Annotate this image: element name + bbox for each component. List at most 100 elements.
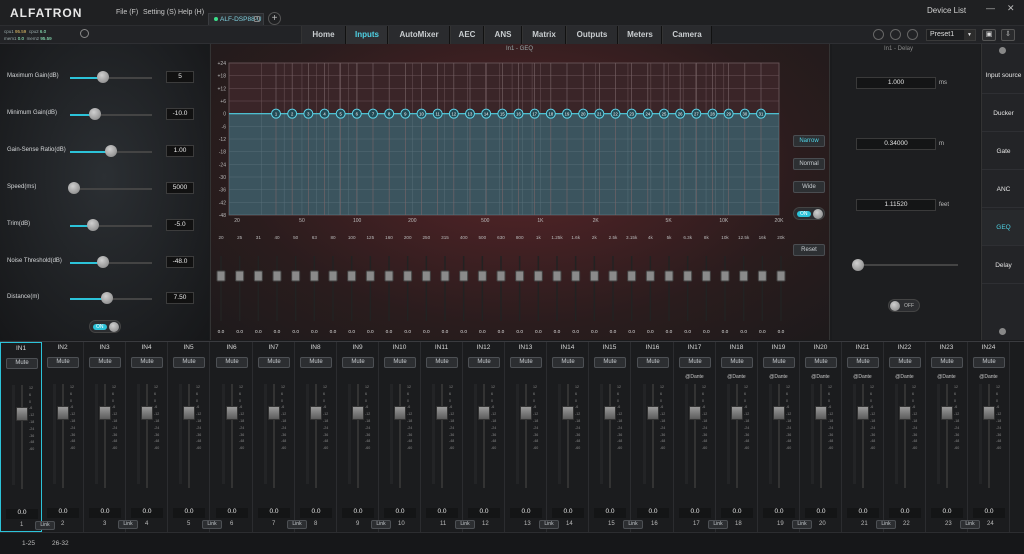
- geq-fader-knob[interactable]: [739, 270, 749, 282]
- fader-track[interactable]: [399, 384, 401, 488]
- channel-strip[interactable]: IN6 Mute 12 6 0 -6 -12 -18 -24 -36 -48 -60 0.0 6: [211, 342, 253, 532]
- channel-gain-value[interactable]: 0.0: [426, 508, 458, 518]
- channel-gain-value[interactable]: 0.0: [552, 508, 584, 518]
- fader-knob[interactable]: [478, 406, 490, 420]
- param-value-field[interactable]: -10.0: [166, 108, 194, 120]
- param-value-field[interactable]: 5000: [166, 182, 194, 194]
- mute-button[interactable]: Mute: [342, 357, 374, 368]
- fader-track[interactable]: [62, 384, 64, 488]
- mute-button[interactable]: Mute: [216, 357, 248, 368]
- fader-knob[interactable]: [941, 406, 953, 420]
- channel-gain-value[interactable]: 0.0: [931, 508, 963, 518]
- channel-strip[interactable]: IN22 Mute @Dante 12 6 0 -6 -12 -18 -24 -36 -48 -6…: [884, 342, 926, 532]
- fader-knob[interactable]: [268, 406, 280, 420]
- fader-knob[interactable]: [983, 406, 995, 420]
- mute-button[interactable]: Mute: [973, 357, 1005, 368]
- fader-track[interactable]: [525, 384, 527, 488]
- wide-button[interactable]: Wide: [793, 181, 825, 193]
- delay-m-field[interactable]: 0.34000: [856, 138, 936, 150]
- channel-gain-value[interactable]: 0.0: [384, 508, 416, 518]
- geq-fader-knob[interactable]: [459, 270, 469, 282]
- channel-gain-value[interactable]: 0.0: [594, 508, 626, 518]
- channel-gain-value[interactable]: 0.0: [679, 508, 711, 518]
- channel-strip[interactable]: IN10 Mute 12 6 0 -6 -12 -18 -24 -36 -48 -60 0.0 1…: [379, 342, 421, 532]
- channel-gain-value[interactable]: 0.0: [6, 509, 38, 519]
- param-slider-knob[interactable]: [96, 71, 109, 83]
- channel-strip[interactable]: IN1 Mute 12 6 0 -6 -12 -18 -24 -36 -48 -60 0.0 1 …: [0, 342, 55, 532]
- fader-track[interactable]: [652, 384, 654, 488]
- device-tab[interactable]: ALF-DSP88-U ×: [208, 13, 264, 25]
- mute-button[interactable]: Mute: [131, 357, 163, 368]
- channel-gain-value[interactable]: 0.0: [468, 508, 500, 518]
- preset-select[interactable]: Preset1 ▼: [926, 29, 976, 41]
- sidebar-item-geq[interactable]: GEQ: [982, 210, 1024, 246]
- fader-knob[interactable]: [141, 406, 153, 420]
- geq-fader-knob[interactable]: [216, 270, 226, 282]
- minimize-icon[interactable]: —: [986, 3, 995, 13]
- param-slider-knob[interactable]: [96, 256, 109, 268]
- channel-strip[interactable]: IN11 Mute 12 6 0 -6 -12 -18 -24 -36 -48 -60 0.0 1…: [421, 342, 475, 532]
- param-value-field[interactable]: 1.00: [166, 145, 194, 157]
- fader-track[interactable]: [441, 384, 443, 488]
- add-tab-button[interactable]: +: [268, 12, 281, 25]
- channel-strip[interactable]: IN15 Mute 12 6 0 -6 -12 -18 -24 -36 -48 -60 0.0 1…: [589, 342, 643, 532]
- channel-gain-value[interactable]: 0.0: [342, 508, 374, 518]
- panel-handle-icon[interactable]: [999, 47, 1006, 54]
- mute-button[interactable]: Mute: [47, 357, 79, 368]
- fader-track[interactable]: [820, 384, 822, 488]
- fader-knob[interactable]: [647, 406, 659, 420]
- geq-graph[interactable]: +24 +18 +12 +6 0 -6 -12 -18 -24 -30 -36 -42 -48 20 50 1…: [211, 56, 801, 340]
- channel-gain-value[interactable]: 0.0: [47, 508, 79, 518]
- geq-fader-knob[interactable]: [440, 270, 450, 282]
- fader-track[interactable]: [188, 384, 190, 488]
- geq-fader-knob[interactable]: [515, 270, 525, 282]
- save-icon[interactable]: ▣: [982, 29, 996, 41]
- fader-track[interactable]: [778, 384, 780, 488]
- sidebar-item-input-source[interactable]: Input source: [982, 58, 1024, 94]
- geq-fader-knob[interactable]: [720, 270, 730, 282]
- tab-camera[interactable]: Camera: [662, 26, 712, 44]
- channel-strip[interactable]: IN17 Mute @Dante 12 6 0 -6 -12 -18 -24 -36 -48 -6…: [674, 342, 728, 532]
- fader-knob[interactable]: [226, 406, 238, 420]
- channel-strip[interactable]: IN21 Mute @Dante 12 6 0 -6 -12 -18 -24 -36 -48 -6…: [842, 342, 896, 532]
- export-icon[interactable]: ⇩: [1001, 29, 1015, 41]
- fader-track[interactable]: [694, 384, 696, 488]
- param-value-field[interactable]: 5: [166, 71, 194, 83]
- mute-button[interactable]: Mute: [679, 357, 711, 368]
- fader-track[interactable]: [567, 384, 569, 488]
- channel-gain-value[interactable]: 0.0: [889, 508, 921, 518]
- tab-automixer[interactable]: AutoMixer: [388, 26, 450, 44]
- geq-fader-knob[interactable]: [645, 270, 655, 282]
- delay-feet-field[interactable]: 1.11520: [856, 199, 936, 211]
- fader-knob[interactable]: [604, 406, 616, 420]
- param-value-field[interactable]: 7.50: [166, 292, 194, 304]
- mute-button[interactable]: Mute: [468, 357, 500, 368]
- channel-strip[interactable]: IN16 Mute 12 6 0 -6 -12 -18 -24 -36 -48 -60 0.0 1…: [632, 342, 674, 532]
- geq-fader-knob[interactable]: [664, 270, 674, 282]
- panel-enable-toggle[interactable]: ON: [89, 320, 121, 333]
- channel-gain-value[interactable]: 0.0: [131, 508, 163, 518]
- param-slider-knob[interactable]: [86, 219, 99, 231]
- channel-strip[interactable]: IN7 Mute 12 6 0 -6 -12 -18 -24 -36 -48 -60 0.0 7 …: [253, 342, 307, 532]
- geq-fader-knob[interactable]: [608, 270, 618, 282]
- geq-fader-knob[interactable]: [627, 270, 637, 282]
- close-window-icon[interactable]: ✕: [1007, 3, 1015, 14]
- sidebar-item-gate[interactable]: Gate: [982, 134, 1024, 170]
- mute-button[interactable]: Mute: [847, 357, 879, 368]
- geq-fader-knob[interactable]: [309, 270, 319, 282]
- sidebar-item-delay[interactable]: Delay: [982, 248, 1024, 284]
- mute-button[interactable]: Mute: [426, 357, 458, 368]
- undo-icon[interactable]: [873, 29, 884, 40]
- channel-strip[interactable]: IN2 Mute 12 6 0 -6 -12 -18 -24 -36 -48 -60 0.0 2: [42, 342, 84, 532]
- sidebar-item-anc[interactable]: ANC: [982, 172, 1024, 208]
- geq-fader-knob[interactable]: [291, 270, 301, 282]
- fader-knob[interactable]: [857, 406, 869, 420]
- fader-knob[interactable]: [310, 406, 322, 420]
- fader-knob[interactable]: [352, 406, 364, 420]
- channel-gain-value[interactable]: 0.0: [173, 508, 205, 518]
- fader-knob[interactable]: [562, 406, 574, 420]
- geq-fader-knob[interactable]: [571, 270, 581, 282]
- panel-handle-icon[interactable]: [999, 328, 1006, 335]
- fader-knob[interactable]: [394, 406, 406, 420]
- geq-fader-knob[interactable]: [347, 270, 357, 282]
